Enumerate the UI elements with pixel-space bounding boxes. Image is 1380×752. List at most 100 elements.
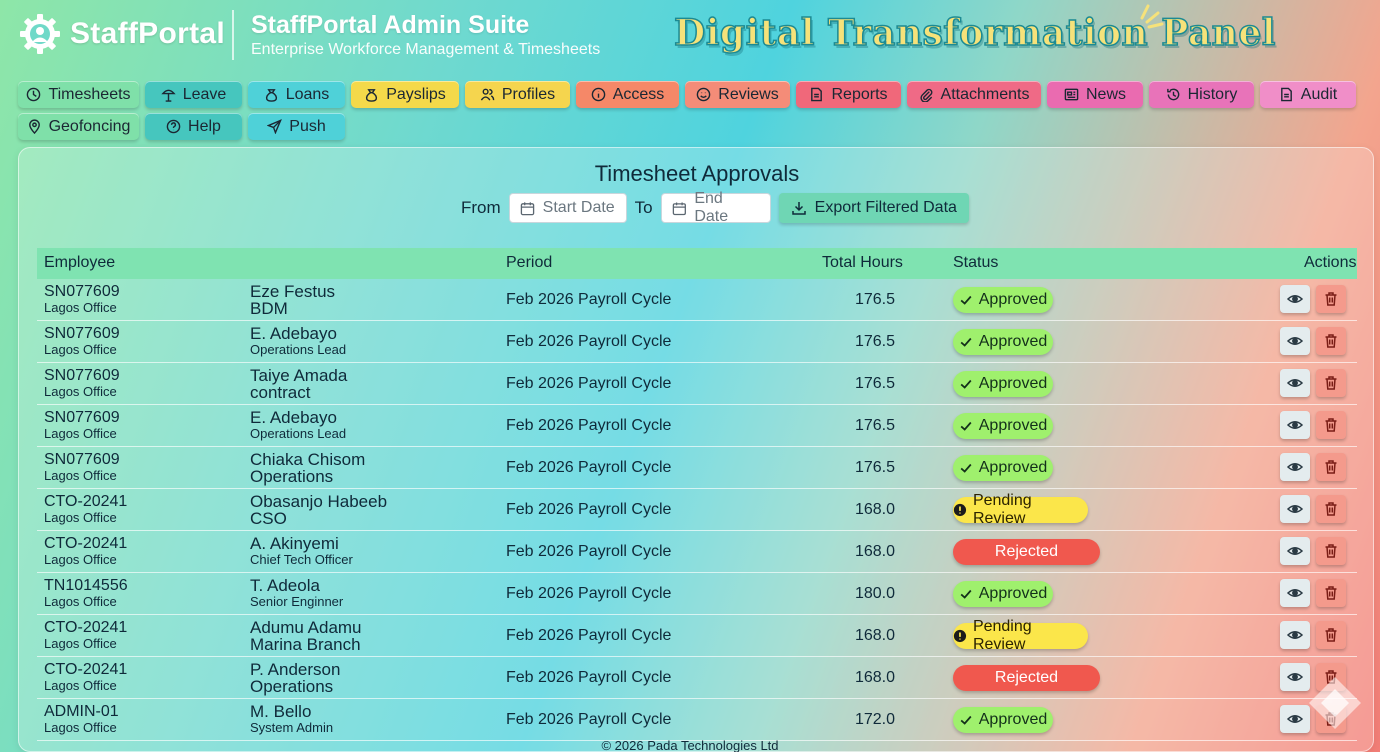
check-icon	[960, 421, 972, 431]
status-label: Approved	[978, 459, 1048, 476]
trash-icon	[1325, 418, 1337, 432]
table-body: SN077609 Lagos Office Eze Festus BDM Feb 202…	[37, 279, 1357, 741]
panel-title: Timesheet Approvals	[594, 161, 800, 186]
export-label: Export Filtered Data	[814, 199, 957, 216]
view-button[interactable]	[1280, 411, 1310, 439]
delete-button[interactable]	[1316, 285, 1346, 313]
paperclip-icon	[919, 88, 932, 102]
status-label: Approved	[978, 333, 1048, 350]
status-label: Approved	[978, 417, 1048, 434]
start-date-placeholder: Start Date	[542, 199, 615, 216]
newspaper-icon	[1064, 88, 1079, 101]
employee-office: Lagos Office	[44, 468, 117, 483]
smiley-icon	[696, 87, 711, 102]
view-button[interactable]	[1280, 537, 1310, 565]
delete-button[interactable]	[1316, 453, 1346, 481]
sparkle-icon	[1140, 4, 1164, 29]
trash-icon	[1325, 586, 1337, 600]
money-bag-icon	[366, 89, 378, 102]
check-icon	[960, 337, 972, 347]
nav-timesheets[interactable]: Timesheets	[18, 81, 139, 108]
view-button[interactable]	[1280, 621, 1310, 649]
employee-name: T. Adeola	[250, 576, 320, 595]
nav-leave[interactable]: Leave	[145, 81, 242, 108]
delete-button[interactable]	[1316, 537, 1346, 565]
view-button[interactable]	[1280, 453, 1310, 481]
nav-profiles[interactable]: Profiles	[465, 81, 570, 108]
banner-title: Digital Transformation Panel	[673, 11, 1276, 55]
employee-name: E. Adebayo	[250, 324, 337, 343]
delete-button[interactable]	[1316, 495, 1346, 523]
delete-button[interactable]	[1316, 369, 1346, 397]
end-date-input[interactable]: End Date	[660, 190, 771, 225]
nav-label: Leave	[182, 85, 227, 103]
payroll-period: Feb 2026 Payroll Cycle	[506, 501, 672, 518]
payroll-period: Feb 2026 Payroll Cycle	[506, 375, 672, 392]
nav-audit[interactable]: Audit	[1260, 81, 1356, 108]
table-row: CTO-20241 Lagos Office P. Anderson Operatio…	[37, 657, 1357, 699]
beach-umbrella-icon	[161, 89, 176, 102]
eye-icon	[1287, 505, 1303, 513]
employee-name: Eze Festus	[250, 282, 336, 301]
payroll-period: Feb 2026 Payroll Cycle	[506, 627, 672, 644]
nav-label: Reviews	[718, 85, 779, 103]
nav-loans[interactable]: Loans	[248, 81, 345, 108]
nav-attachments[interactable]: Attachments	[907, 81, 1041, 108]
employee-name: M. Bello	[250, 702, 312, 721]
nav-reviews[interactable]: Reviews	[685, 81, 790, 108]
nav-push[interactable]: Push	[248, 113, 345, 140]
status-label: Approved	[978, 291, 1048, 308]
employee-office: Lagos Office	[44, 594, 117, 609]
nav-label: Audit	[1300, 85, 1338, 103]
status-badge: Approved	[953, 329, 1053, 355]
employee-role: Marina Branch	[250, 635, 361, 654]
col-status: Status	[953, 254, 999, 271]
view-button[interactable]	[1280, 369, 1310, 397]
brand-name: StaffPortal	[70, 17, 225, 50]
info-icon	[591, 87, 605, 102]
employee-office: Lagos Office	[44, 426, 117, 441]
nav-reports[interactable]: Reports	[796, 81, 901, 108]
gear-person-icon	[20, 14, 60, 54]
nav-help[interactable]: Help	[145, 113, 242, 140]
col-period: Period	[506, 254, 553, 271]
send-icon	[267, 119, 283, 134]
table-header: Employee Period Total Hours Status Actio…	[37, 248, 1357, 279]
brand-logo[interactable]: StaffPortal	[18, 12, 225, 56]
employee-role: CSO	[250, 509, 287, 528]
status-label: Approved	[978, 711, 1048, 728]
start-date-input[interactable]: Start Date	[508, 193, 627, 223]
table-row: SN077609 Lagos Office Chiaka Chisom Operati…	[37, 447, 1357, 489]
nav-label: History	[1187, 85, 1238, 103]
sparkle-gem-icon	[1309, 677, 1361, 729]
view-button[interactable]	[1280, 705, 1310, 733]
delete-button[interactable]	[1316, 411, 1346, 439]
check-icon	[960, 715, 972, 725]
end-date-placeholder: End Date	[694, 190, 729, 225]
view-button[interactable]	[1280, 663, 1310, 691]
delete-button[interactable]	[1316, 579, 1346, 607]
suite-subtitle: Enterprise Workforce Management & Timesh…	[251, 41, 601, 58]
view-button[interactable]	[1280, 495, 1310, 523]
employee-name: Obasanjo Habeeb	[250, 492, 388, 511]
export-filtered-data-button[interactable]: Export Filtered Data	[778, 193, 969, 223]
delete-button[interactable]	[1316, 621, 1346, 649]
nav-payslips[interactable]: Payslips	[351, 81, 459, 108]
table-row: ADMIN-01 Lagos Office M. Bello System Admin…	[37, 699, 1357, 741]
nav-geofencing[interactable]: Geofoncing	[18, 113, 139, 140]
employee-id: CTO-20241	[44, 661, 128, 678]
view-button[interactable]	[1280, 285, 1310, 313]
view-button[interactable]	[1280, 327, 1310, 355]
nav-history[interactable]: History	[1149, 81, 1254, 108]
employee-id: CTO-20241	[44, 535, 128, 552]
nav-access[interactable]: Access	[576, 81, 679, 108]
total-hours: 168.0	[854, 627, 895, 644]
date-filters: From Start Date To End Date Export Filte…	[461, 190, 969, 225]
trash-icon	[1325, 376, 1337, 390]
trash-icon	[1325, 544, 1337, 558]
nav-label: Payslips	[386, 85, 446, 103]
nav-news[interactable]: News	[1047, 81, 1143, 108]
payroll-period: Feb 2026 Payroll Cycle	[506, 417, 672, 434]
delete-button[interactable]	[1316, 327, 1346, 355]
view-button[interactable]	[1280, 579, 1310, 607]
